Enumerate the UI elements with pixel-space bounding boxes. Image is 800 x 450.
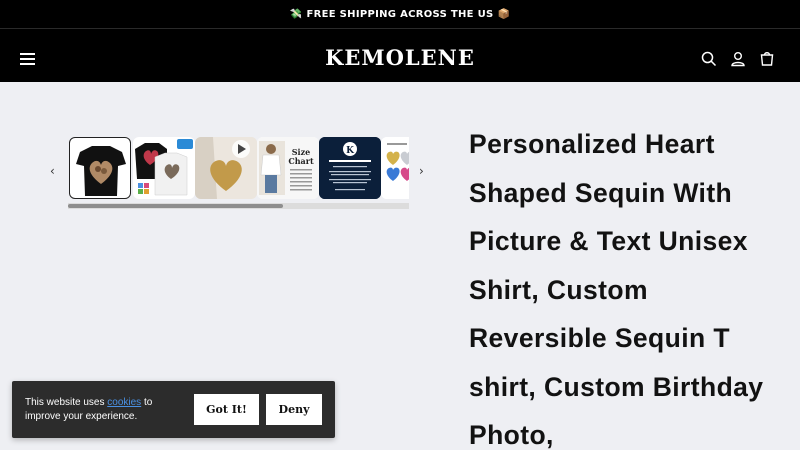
thumbnail-2[interactable]	[133, 137, 195, 199]
svg-text:Chart: Chart	[288, 156, 314, 166]
search-icon[interactable]	[700, 50, 718, 68]
site-header: KEMOLENE	[0, 29, 800, 82]
deny-cookies-button[interactable]: Deny	[266, 394, 322, 425]
thumbnail-1[interactable]	[69, 137, 131, 199]
cookie-message: This website uses cookies to improve you…	[25, 396, 175, 424]
cookie-text-start: This website uses	[25, 397, 108, 408]
package-emoji-icon: 📦	[497, 8, 511, 20]
thumbnail-4-size-chart[interactable]: Size Chart	[257, 137, 319, 199]
announcement-bar: 💸 FREE SHIPPING ACROSS THE US 📦	[0, 0, 800, 29]
announcement-text: FREE SHIPPING ACROSS THE US	[306, 8, 494, 20]
site-logo[interactable]: KEMOLENE	[0, 45, 800, 70]
product-title: Personalized Heart Shaped Sequin With Pi…	[469, 129, 764, 450]
cookie-banner: This website uses cookies to improve you…	[12, 381, 335, 438]
thumbnail-5-made-to-order[interactable]: K	[319, 137, 381, 199]
money-emoji-icon: 💸	[289, 8, 303, 20]
thumbnail-3-video[interactable]	[195, 137, 257, 199]
cart-icon[interactable]	[758, 50, 776, 68]
svg-text:K: K	[346, 146, 355, 156]
account-icon[interactable]	[729, 50, 747, 68]
cookies-link[interactable]: cookies	[107, 397, 141, 408]
product-gallery: Size Chart K	[68, 136, 409, 200]
accept-cookies-button[interactable]: Got It!	[194, 394, 259, 425]
gallery-prev-button[interactable]: ‹	[50, 164, 55, 178]
thumbnail-6-colors[interactable]	[381, 137, 409, 199]
gallery-scrollbar-thumb[interactable]	[68, 204, 283, 208]
gallery-next-button[interactable]: ›	[419, 164, 424, 178]
